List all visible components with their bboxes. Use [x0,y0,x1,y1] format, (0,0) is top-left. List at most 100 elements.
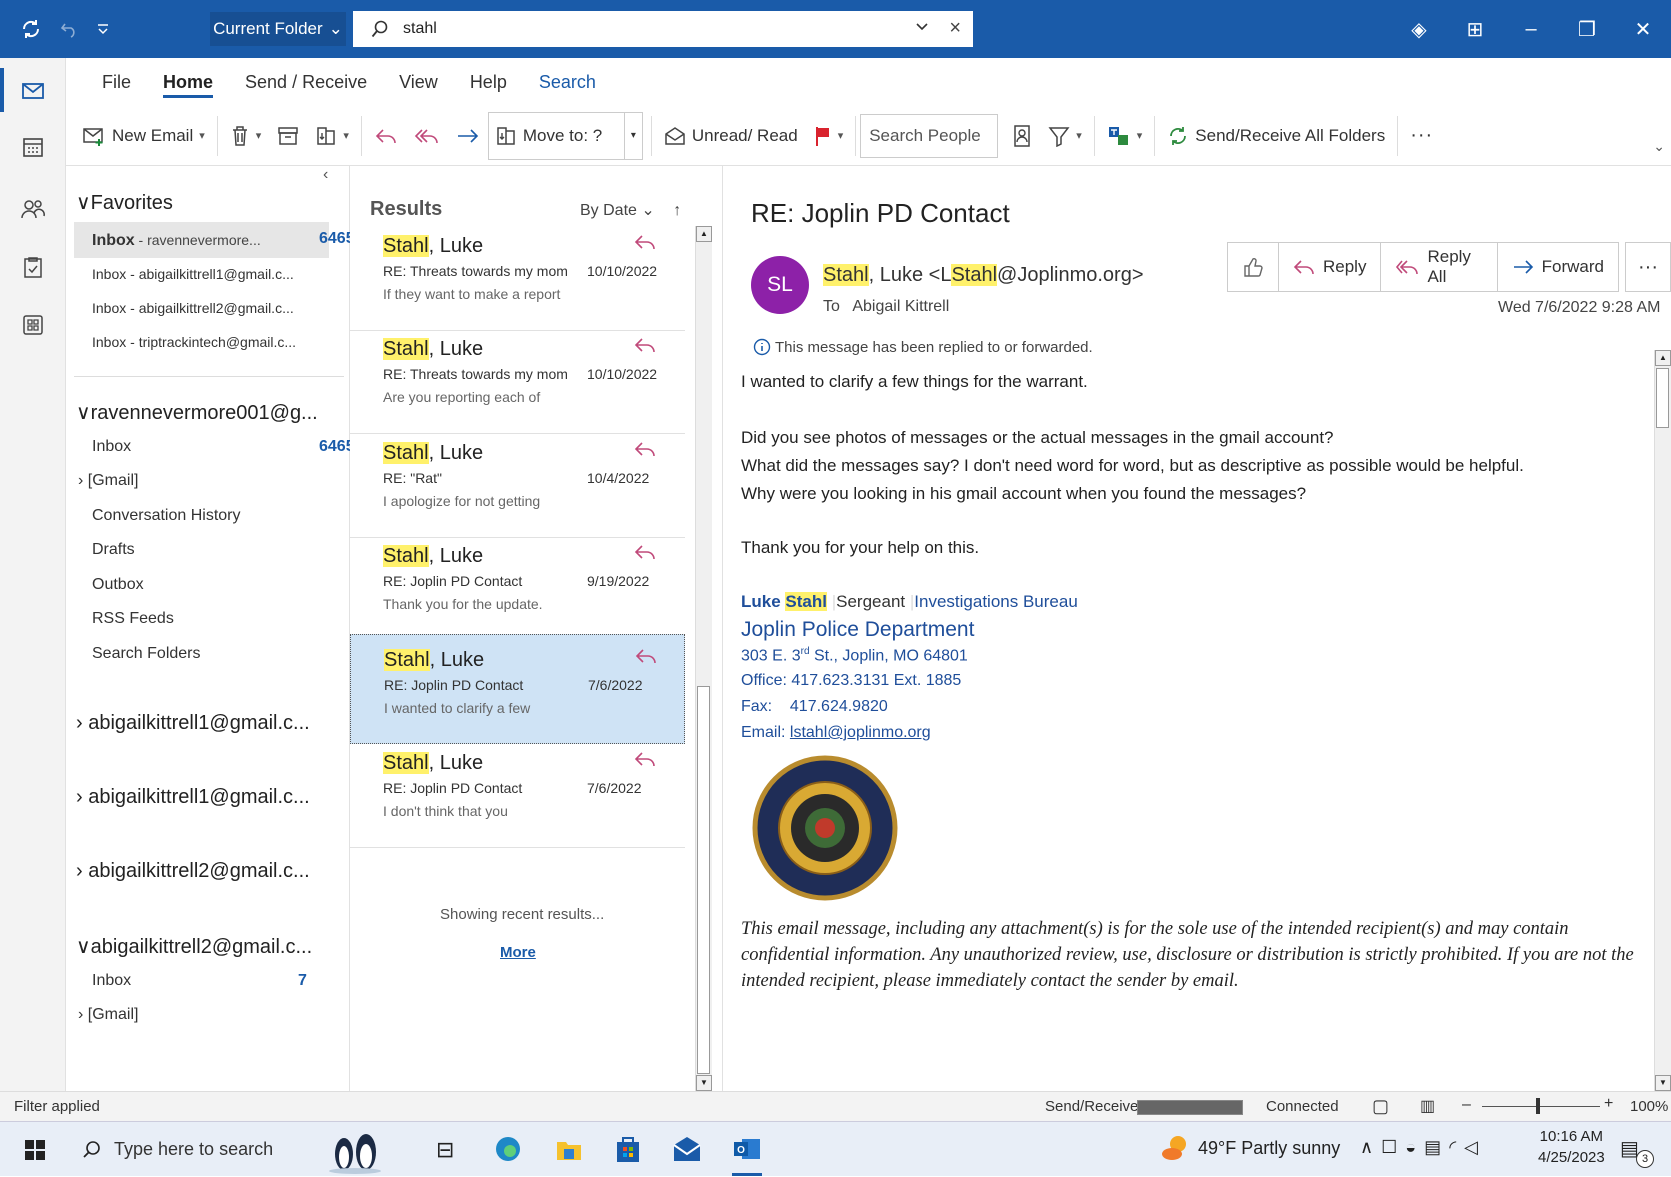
clock[interactable]: 10:16 AM 4/25/2023 [1538,1128,1605,1166]
ribbon-display-icon[interactable]: ⊞ [1447,17,1503,42]
account-ravennevermore[interactable]: ∨ravennevermore001@g... [76,400,318,425]
avatar[interactable]: SL [751,256,809,314]
sort-direction-icon[interactable]: ↑ [673,202,681,219]
sync-icon[interactable] [20,18,42,40]
zoom-slider-thumb[interactable] [1536,1098,1540,1114]
zoom-slider[interactable] [1482,1106,1600,1107]
message-item[interactable]: Stahl, Luke RE: "Rat" 10/4/2022 I apologize… [350,428,685,538]
scroll-down-icon[interactable]: ▼ [696,1075,712,1091]
search-people-input[interactable]: Search People [860,113,999,158]
apps-icon[interactable] [20,312,48,340]
message-item[interactable]: Stahl, Luke RE: Joplin PD Contact 9/19/202… [350,531,685,641]
like-button[interactable] [1227,242,1279,292]
favorite-inbox-abigailkittrell1[interactable]: Inbox - abigailkittrell1@gmail.c... [92,266,294,282]
folder-inbox[interactable]: Inbox [92,972,131,990]
customize-icon[interactable] [96,22,110,36]
favorite-inbox-abigailkittrell2[interactable]: Inbox - abigailkittrell2@gmail.c... [92,300,294,316]
expand-ribbon-icon[interactable]: ⌄ [1653,138,1665,155]
search-input[interactable]: stahl [403,20,437,38]
unread-read-button[interactable]: Unread/ Read [656,116,806,156]
filter-email-button[interactable]: ▾ [1040,116,1090,156]
message-item[interactable]: Stahl, Luke RE: Threats towards my mom 10/… [350,221,685,331]
more-actions-icon[interactable]: ··· [1625,242,1671,292]
chevron-down-icon[interactable]: ▾ [1076,129,1082,142]
favorites-header[interactable]: ∨Favorites [76,190,173,215]
scroll-thumb[interactable] [697,686,710,1074]
account-abigailkittrell2-a[interactable]: › abigailkittrell2@gmail.c... [76,860,310,883]
folder-conversation-history[interactable]: Conversation History [92,507,241,525]
chevron-down-icon[interactable]: ▾ [256,129,262,142]
chevron-down-icon[interactable]: ▾ [838,129,844,142]
to-name[interactable]: Abigail Kittrell [852,298,949,315]
tasks-icon[interactable] [20,254,48,282]
search-box[interactable]: stahl × [353,11,973,47]
tab-home[interactable]: Home [147,58,229,106]
zoom-level[interactable]: 100% [1630,1098,1668,1115]
move-to-quick-step[interactable]: Move to: ? ▾ [487,111,643,160]
more-results-link[interactable]: More [500,944,536,961]
edge-icon[interactable] [494,1135,522,1163]
reply-toolbar-button[interactable] [366,116,406,156]
message-item[interactable]: Stahl, Luke RE: Threats towards my mom 10/… [350,324,685,434]
archive-button[interactable] [269,116,307,156]
folder-outbox[interactable]: Outbox [92,576,144,594]
tab-view[interactable]: View [383,58,454,106]
system-tray-icons[interactable]: ∧☐◒▤◜◁ [1360,1137,1486,1158]
reply-button[interactable]: Reply [1278,242,1382,292]
close-window-icon[interactable]: ✕ [1615,17,1671,42]
account-abigailkittrell2-b[interactable]: ∨abigailkittrell2@gmail.c... [76,934,312,959]
undo-icon[interactable] [60,20,78,38]
favorite-inbox-triptrackintech[interactable]: Inbox - triptrackintech@gmail.c... [92,334,296,350]
address-book-button[interactable] [1004,116,1040,156]
restore-icon[interactable]: ❐ [1559,17,1615,42]
scroll-up-icon[interactable]: ▲ [696,226,712,242]
scroll-up-icon[interactable]: ▲ [1655,350,1671,366]
folder-inbox[interactable]: Inbox [92,438,131,456]
forward-button[interactable]: Forward [1496,242,1620,292]
new-email-button[interactable]: New Email ▾ [74,116,213,156]
mail-icon[interactable] [20,78,48,106]
chevron-down-icon[interactable]: ▾ [1137,129,1143,142]
mail-app-icon[interactable] [672,1135,702,1163]
current-folder-dropdown[interactable]: Current Folder ⌄ [210,12,346,46]
reply-all-button[interactable]: Reply All [1380,242,1498,292]
tab-help[interactable]: Help [454,58,523,106]
scroll-thumb[interactable] [1656,368,1669,428]
tab-search[interactable]: Search [523,58,612,106]
close-search-icon[interactable]: × [949,17,961,40]
folder-gmail[interactable]: › [Gmail] [78,472,138,490]
weather-text[interactable]: 49°F Partly sunny [1198,1138,1340,1159]
diamond-icon[interactable]: ◈ [1391,17,1447,42]
people-icon[interactable] [20,196,48,224]
chevron-down-icon[interactable]: ▾ [623,112,642,159]
tab-file[interactable]: File [86,58,147,106]
minimize-icon[interactable]: – [1503,18,1559,41]
folder-gmail[interactable]: › [Gmail] [78,1006,138,1024]
send-receive-all-button[interactable]: Send/Receive All Folders [1159,116,1393,156]
sort-by-date[interactable]: By Date ⌄ ↑ [580,200,681,220]
task-view-icon[interactable]: ⊟ [436,1137,454,1163]
search-scope-dropdown-icon[interactable] [915,19,929,33]
chevron-down-icon[interactable]: ▾ [343,129,349,142]
normal-view-icon[interactable]: ▢ [1372,1096,1389,1117]
reading-scrollbar[interactable]: ▲ ▼ [1654,350,1671,1091]
forward-toolbar-button[interactable] [448,116,488,156]
message-item[interactable]: Stahl, Luke RE: Joplin PD Contact 7/6/2022… [350,634,685,744]
more-options-icon[interactable]: ··· [1402,116,1441,156]
tab-send-receive[interactable]: Send / Receive [229,58,383,106]
account-abigailkittrell1-b[interactable]: › abigailkittrell1@gmail.c... [76,786,310,809]
translate-button[interactable]: ▾ [1099,116,1151,156]
chevron-down-icon[interactable]: ▾ [199,129,205,142]
sig-email-link[interactable]: lstahl@joplinmo.org [790,724,931,741]
sender[interactable]: Stahl, Luke <LStahl@Joplinmo.org> [823,264,1144,287]
windows-start-icon[interactable] [24,1139,46,1161]
calendar-icon[interactable] [20,134,48,162]
scroll-down-icon[interactable]: ▼ [1655,1075,1671,1091]
collapse-pane-icon[interactable]: ‹ [323,166,328,184]
favorite-inbox-ravennevermore[interactable]: Inbox - ravennevermore... [74,222,329,258]
message-item[interactable]: Stahl, Luke RE: Joplin PD Contact 7/6/2022… [350,738,685,848]
move-button[interactable]: ▾ [307,116,357,156]
reply-all-toolbar-button[interactable] [406,116,448,156]
file-explorer-icon[interactable] [555,1136,583,1162]
reading-view-icon[interactable]: ▥ [1420,1096,1435,1116]
